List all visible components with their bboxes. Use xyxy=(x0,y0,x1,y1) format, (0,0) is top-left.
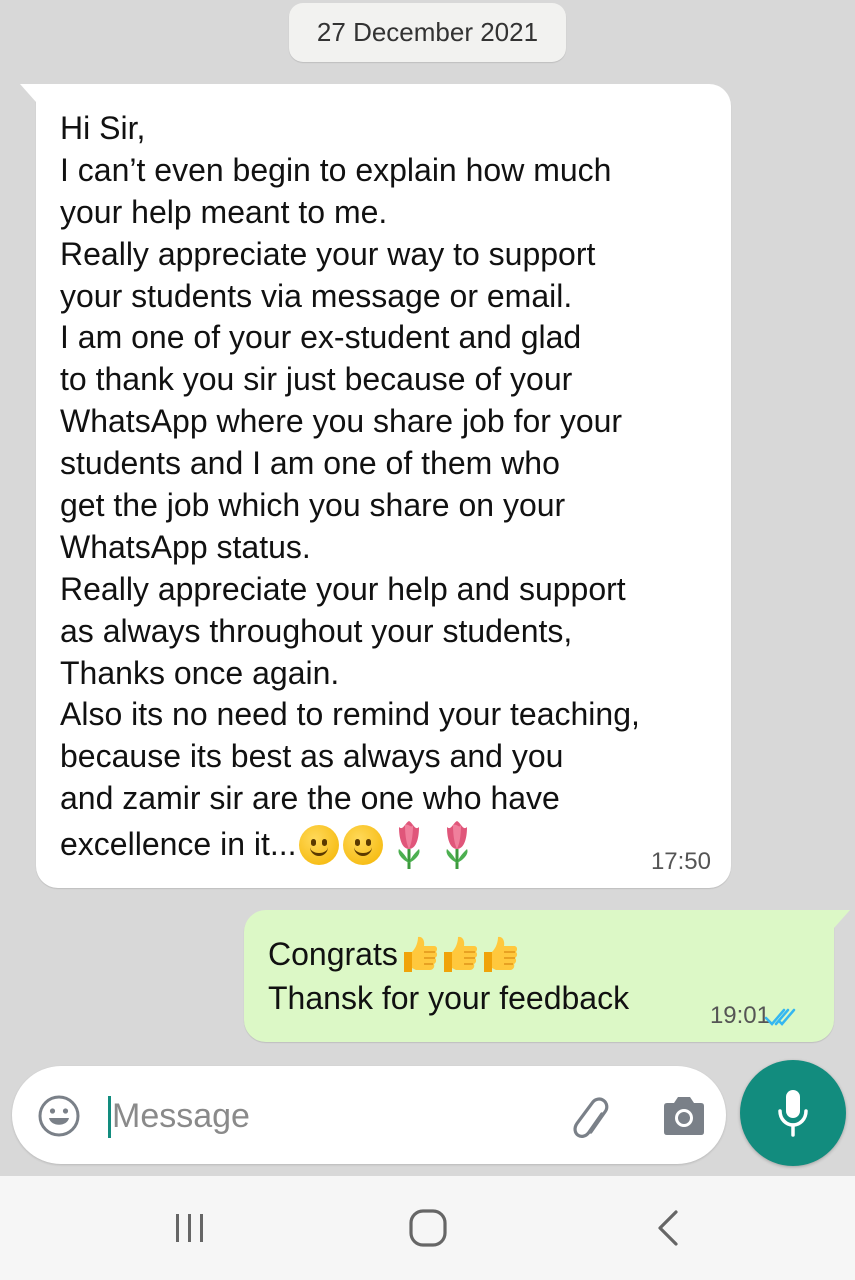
message-line: your help meant to me. xyxy=(60,193,388,230)
emoji-group xyxy=(298,819,483,871)
message-line: Also its no need to remind your teaching… xyxy=(60,696,640,733)
message-line: Really appreciate your help and support xyxy=(60,570,626,607)
message-input[interactable] xyxy=(112,1090,532,1142)
back-icon[interactable] xyxy=(652,1208,684,1248)
message-line: your students via message or email. xyxy=(60,277,573,314)
incoming-message-text: Hi Sir, I can’t even begin to explain ho… xyxy=(60,108,711,870)
message-line: Congrats xyxy=(268,936,398,972)
message-line: Really appreciate your way to support xyxy=(60,235,596,272)
camera-icon[interactable] xyxy=(660,1094,708,1138)
tulip-emoji-icon xyxy=(398,821,420,870)
incoming-message-bubble[interactable]: Hi Sir, I can’t even begin to explain ho… xyxy=(20,84,731,888)
smiling-face-emoji-icon xyxy=(342,825,383,866)
message-line: I am one of your ex-student and glad xyxy=(60,319,582,356)
message-timestamp: 17:50 xyxy=(650,848,711,875)
message-line: I can’t even begin to explain how much xyxy=(60,151,612,188)
message-line: get the job which you share on your xyxy=(60,487,566,524)
outgoing-message-bubble[interactable]: Congrats Thansk for your feedback 19:01 xyxy=(244,910,850,1042)
microphone-icon xyxy=(778,1090,808,1137)
bubble-tail xyxy=(20,84,36,102)
system-navigation-bar xyxy=(0,1176,855,1280)
recent-apps-icon[interactable] xyxy=(170,1208,210,1248)
double-check-read-icon xyxy=(764,1008,796,1026)
bubble-tail xyxy=(834,910,850,928)
message-line: students and I am one of them who xyxy=(60,445,560,482)
thumbs-up-emoji-icon xyxy=(403,936,437,972)
paperclip-attach-icon[interactable] xyxy=(564,1090,616,1142)
message-line: because its best as always and you xyxy=(60,738,564,775)
message-line: WhatsApp where you share job for your xyxy=(60,403,623,440)
text-cursor xyxy=(108,1096,111,1138)
smiling-face-emoji-icon xyxy=(298,825,339,866)
thumbs-up-emoji-icon xyxy=(443,936,477,972)
home-icon[interactable] xyxy=(406,1206,450,1250)
tulip-emoji-icon xyxy=(446,821,468,870)
message-timestamp: 19:01 xyxy=(709,1002,770,1029)
message-line: Thanks once again. xyxy=(60,654,340,691)
thumbs-up-emoji-icon xyxy=(483,936,517,972)
message-composer xyxy=(12,1066,726,1164)
message-line-with-emojis: excellence in it... xyxy=(60,820,711,870)
emoji-picker-icon[interactable] xyxy=(36,1093,82,1139)
voice-message-button[interactable] xyxy=(740,1060,846,1166)
message-line: excellence in it... xyxy=(60,826,297,863)
message-line: Hi Sir, xyxy=(60,110,146,146)
message-line: WhatsApp status. xyxy=(60,528,311,565)
message-line: to thank you sir just because of your xyxy=(60,361,573,398)
date-chip-label: 27 December 2021 xyxy=(316,17,539,47)
message-line: and zamir sir are the one who have xyxy=(60,780,560,817)
date-chip: 27 December 2021 xyxy=(289,3,566,62)
message-line: as always throughout your students, xyxy=(60,612,573,649)
message-line-with-emojis: Congrats xyxy=(268,932,814,976)
